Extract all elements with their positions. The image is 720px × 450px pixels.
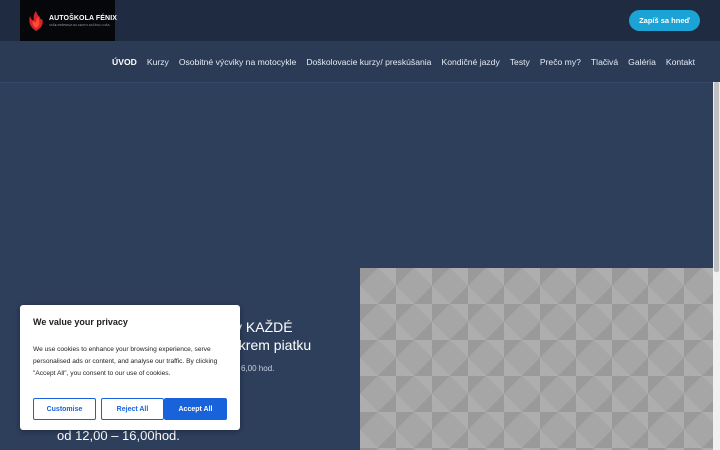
- nav-item-kondicne-jazdy[interactable]: Kondičné jazdy: [441, 57, 499, 67]
- brand-tagline: VAŠE PRÍPRAVA NA CESTU ZAČÍNA U NÁS: [49, 22, 110, 27]
- hero-line-2: okrem piatku: [231, 337, 312, 353]
- customise-button[interactable]: Customise: [33, 398, 96, 420]
- brand-text: AUTOŠKOLA FÉNIX VAŠE PRÍPRAVA NA CESTU Z…: [49, 15, 117, 27]
- scrollbar[interactable]: [713, 82, 720, 450]
- cookie-title: We value your privacy: [33, 317, 128, 327]
- reject-all-button[interactable]: Reject All: [101, 398, 164, 420]
- accept-all-button[interactable]: Accept All: [164, 398, 227, 420]
- hero-bottom-line: od 12,00 – 16,00hod.: [57, 428, 180, 443]
- signup-button[interactable]: Zapíš sa hneď: [629, 10, 700, 31]
- hero-hours: 6,00 hod.: [241, 364, 275, 373]
- nav-menu: ÚVOD Kurzy Osobitné výcviky na motocykle…: [112, 41, 695, 82]
- nav-item-testy[interactable]: Testy: [510, 57, 530, 67]
- cookie-description: We use cookies to enhance your browsing …: [33, 346, 218, 377]
- nav-item-tlaciva[interactable]: Tlačivá: [591, 57, 618, 67]
- nav-item-doskolovacie[interactable]: Doškolovacie kurzy/ preskúšania: [306, 57, 431, 67]
- cookie-consent-dialog: We value your privacy We use cookies to …: [20, 305, 240, 430]
- brand-name: AUTOŠKOLA FÉNIX: [49, 14, 118, 22]
- phoenix-icon: [26, 10, 46, 32]
- scrollbar-thumb[interactable]: [714, 82, 719, 272]
- nav-item-uvod[interactable]: ÚVOD: [112, 57, 137, 67]
- pattern-image-panel: [360, 268, 713, 450]
- nav-item-motocykle[interactable]: Osobitné výcviky na motocykle: [179, 57, 297, 67]
- nav-item-kurzy[interactable]: Kurzy: [147, 57, 169, 67]
- top-bar: AUTOŠKOLA FÉNIX VAŠE PRÍPRAVA NA CESTU Z…: [0, 0, 720, 41]
- nav-item-galeria[interactable]: Galéria: [628, 57, 656, 67]
- nav-item-preco-my[interactable]: Prečo my?: [540, 57, 581, 67]
- nav-item-kontakt[interactable]: Kontakt: [666, 57, 695, 67]
- main-navigation: ÚVOD Kurzy Osobitné výcviky na motocykle…: [0, 41, 720, 83]
- hero-line-1: v KAŽDÉ: [235, 319, 293, 335]
- brand-logo[interactable]: AUTOŠKOLA FÉNIX VAŠE PRÍPRAVA NA CESTU Z…: [20, 0, 117, 41]
